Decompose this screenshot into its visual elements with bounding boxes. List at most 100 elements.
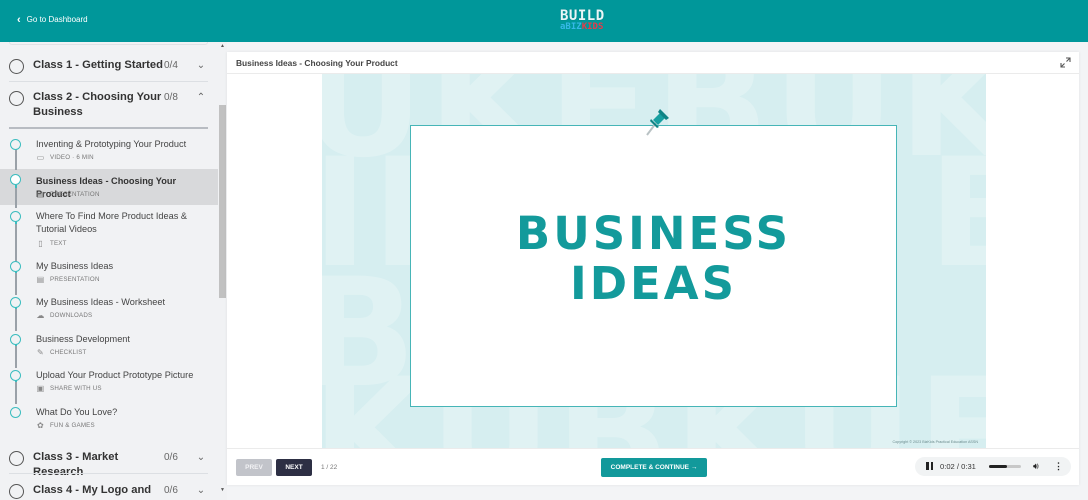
lesson-type-label: CHECKLIST <box>50 349 87 356</box>
logo-biz: aBIZ <box>560 22 582 32</box>
lesson-item[interactable]: Where To Find More Product Ideas & Tutor… <box>0 206 218 254</box>
scroll-down-arrow-icon[interactable]: ▼ <box>220 487 225 493</box>
lesson-type: ▤ PRESENTATION <box>36 190 100 199</box>
lesson-status-circle-icon <box>10 370 21 381</box>
lesson-status-circle-icon <box>10 334 21 345</box>
class-title: Class 2 - Choosing Your Business <box>33 91 162 118</box>
audio-player: 0:02 / 0:31 🔊︎ ⋮ <box>915 457 1071 476</box>
incomplete-circle-icon <box>9 451 24 466</box>
more-options-icon[interactable]: ⋮ <box>1054 461 1063 472</box>
sidebar-top-edge <box>9 42 208 45</box>
lesson-type: ✎ CHECKLIST <box>36 348 87 357</box>
prev-button[interactable]: PREV <box>236 459 272 476</box>
sidebar-scrollbar-thumb[interactable] <box>219 105 226 298</box>
slide-page-indicator: 1 / 22 <box>321 464 338 471</box>
checklist-icon: ✎ <box>37 348 44 357</box>
lesson-type-label: DOWNLOADS <box>50 312 93 319</box>
text-document-icon: ▯ <box>38 239 43 248</box>
lesson-item[interactable]: What Do You Love? ✿ FUN & GAMES <box>0 402 218 436</box>
timeline-connector <box>15 343 17 373</box>
lesson-status-circle-icon <box>10 407 21 418</box>
chevron-left-icon: ‹ <box>17 13 21 26</box>
logo-line-bizkids: aBIZKIDS <box>560 22 603 32</box>
lesson-title: Inventing & Prototyping Your Product <box>36 139 187 149</box>
logo-line-build: BUILD <box>560 8 605 24</box>
top-bar: ‹ Go to Dashboard BUILD aBIZKIDS <box>0 0 1088 42</box>
next-button[interactable]: NEXT <box>276 459 312 476</box>
video-icon: ▭ <box>36 153 45 162</box>
class-title: Class 4 - My Logo and <box>33 484 152 496</box>
headline-line-1: BUSINESS <box>515 207 792 260</box>
go-to-dashboard-link[interactable]: ‹ Go to Dashboard <box>17 13 88 26</box>
incomplete-circle-icon <box>9 91 24 106</box>
lesson-type: ▣ SHARE WITH US <box>36 384 102 393</box>
build-a-biz-kids-logo[interactable]: BUILD aBIZKIDS <box>560 9 614 35</box>
lesson-item-active[interactable]: Business Ideas - Choosing Your Product ▤… <box>0 169 218 205</box>
lesson-title-heading: Business Ideas - Choosing Your Product <box>236 58 398 68</box>
timeline-connector <box>15 270 17 300</box>
divider <box>9 127 208 129</box>
class-item-2[interactable]: Class 2 - Choosing Your Business 0/8 ⌃ <box>9 90 208 120</box>
timeline-connector <box>15 306 17 336</box>
course-sidebar: Class 1 - Getting Started 0/4 ⌄ Class 2 … <box>0 42 218 500</box>
lesson-type-label: VIDEO · 6 MIN <box>50 154 94 161</box>
lesson-item[interactable]: Business Development ✎ CHECKLIST <box>0 329 218 363</box>
class-item-4[interactable]: Class 4 - My Logo and 0/6 ⌄ <box>9 483 208 499</box>
incomplete-circle-icon <box>9 484 24 499</box>
presentation-slide: UKEBUK IE BI BE IE KUBKUE BUSINESS IDEAS… <box>322 74 986 448</box>
lesson-type: ▯ TEXT <box>36 239 67 248</box>
presentation-icon: ▤ <box>36 275 45 284</box>
volume-icon[interactable]: 🔊︎ <box>1033 461 1039 472</box>
lesson-status-circle-icon <box>10 211 21 222</box>
lesson-status-circle-icon <box>10 174 21 185</box>
lesson-type-label: TEXT <box>50 240 67 247</box>
lesson-type: ▤ PRESENTATION <box>36 275 100 284</box>
slide-card: BUSINESS IDEAS <box>410 125 897 407</box>
class-item-3[interactable]: Class 3 - Market Research 0/6 ⌄ <box>9 450 208 480</box>
class-progress-count: 0/8 <box>164 92 178 103</box>
class-item-1[interactable]: Class 1 - Getting Started 0/4 ⌄ <box>9 58 208 74</box>
lesson-title: Business Development <box>36 334 130 344</box>
class-title: Class 3 - Market Research <box>33 451 119 478</box>
headline-line-2: IDEAS <box>569 257 738 310</box>
lesson-type-label: SHARE WITH US <box>50 385 102 392</box>
chevron-up-icon[interactable]: ⌃ <box>194 90 208 105</box>
presentation-icon: ▤ <box>36 190 45 199</box>
pushpin-icon <box>646 109 669 136</box>
complete-and-continue-button[interactable]: COMPLETE & CONTINUE → <box>601 458 707 477</box>
chevron-down-icon[interactable]: ⌄ <box>194 58 208 73</box>
class-progress-count: 0/6 <box>164 485 178 496</box>
image-upload-icon: ▣ <box>36 384 45 393</box>
audio-time: 0:02 / 0:31 <box>940 462 976 471</box>
audio-progress-fill <box>989 465 1007 468</box>
lesson-type-label: FUN & GAMES <box>50 422 95 429</box>
lesson-item[interactable]: Upload Your Product Prototype Picture ▣ S… <box>0 365 218 399</box>
lesson-status-circle-icon <box>10 139 21 150</box>
cloud-download-icon: ☁ <box>36 311 45 320</box>
pause-icon[interactable] <box>926 462 933 470</box>
scroll-up-arrow-icon[interactable]: ▲ <box>220 43 225 49</box>
class-progress-count: 0/4 <box>164 60 178 71</box>
lesson-type: ▭ VIDEO · 6 MIN <box>36 153 94 162</box>
go-to-dashboard-label: Go to Dashboard <box>26 15 88 24</box>
audio-progress-slider[interactable] <box>989 465 1021 468</box>
lesson-status-circle-icon <box>10 297 21 308</box>
expand-fullscreen-icon[interactable] <box>1060 57 1071 68</box>
lesson-title: My Business Ideas - Worksheet <box>36 297 166 307</box>
logo-kids: KIDS <box>581 22 604 32</box>
games-icon: ✿ <box>37 421 44 430</box>
timeline-connector <box>15 379 17 409</box>
lesson-item[interactable]: Inventing & Prototyping Your Product ▭ VI… <box>0 134 218 168</box>
lesson-item[interactable]: My Business Ideas ▤ PRESENTATION <box>0 256 218 290</box>
lesson-content-panel: Business Ideas - Choosing Your Product U… <box>227 52 1079 485</box>
lesson-title: Upload Your Product Prototype Picture <box>36 370 194 380</box>
chevron-down-icon[interactable]: ⌄ <box>194 450 208 465</box>
lesson-status-circle-icon <box>10 261 21 272</box>
divider <box>9 473 208 474</box>
class-title: Class 1 - Getting Started <box>33 59 163 71</box>
chevron-down-icon[interactable]: ⌄ <box>194 483 208 498</box>
lesson-type: ✿ FUN & GAMES <box>36 421 95 430</box>
lesson-type-label: PRESENTATION <box>50 191 100 198</box>
lesson-title: What Do You Love? <box>36 407 118 417</box>
lesson-item[interactable]: My Business Ideas - Worksheet ☁ DOWNLOADS <box>0 292 218 326</box>
